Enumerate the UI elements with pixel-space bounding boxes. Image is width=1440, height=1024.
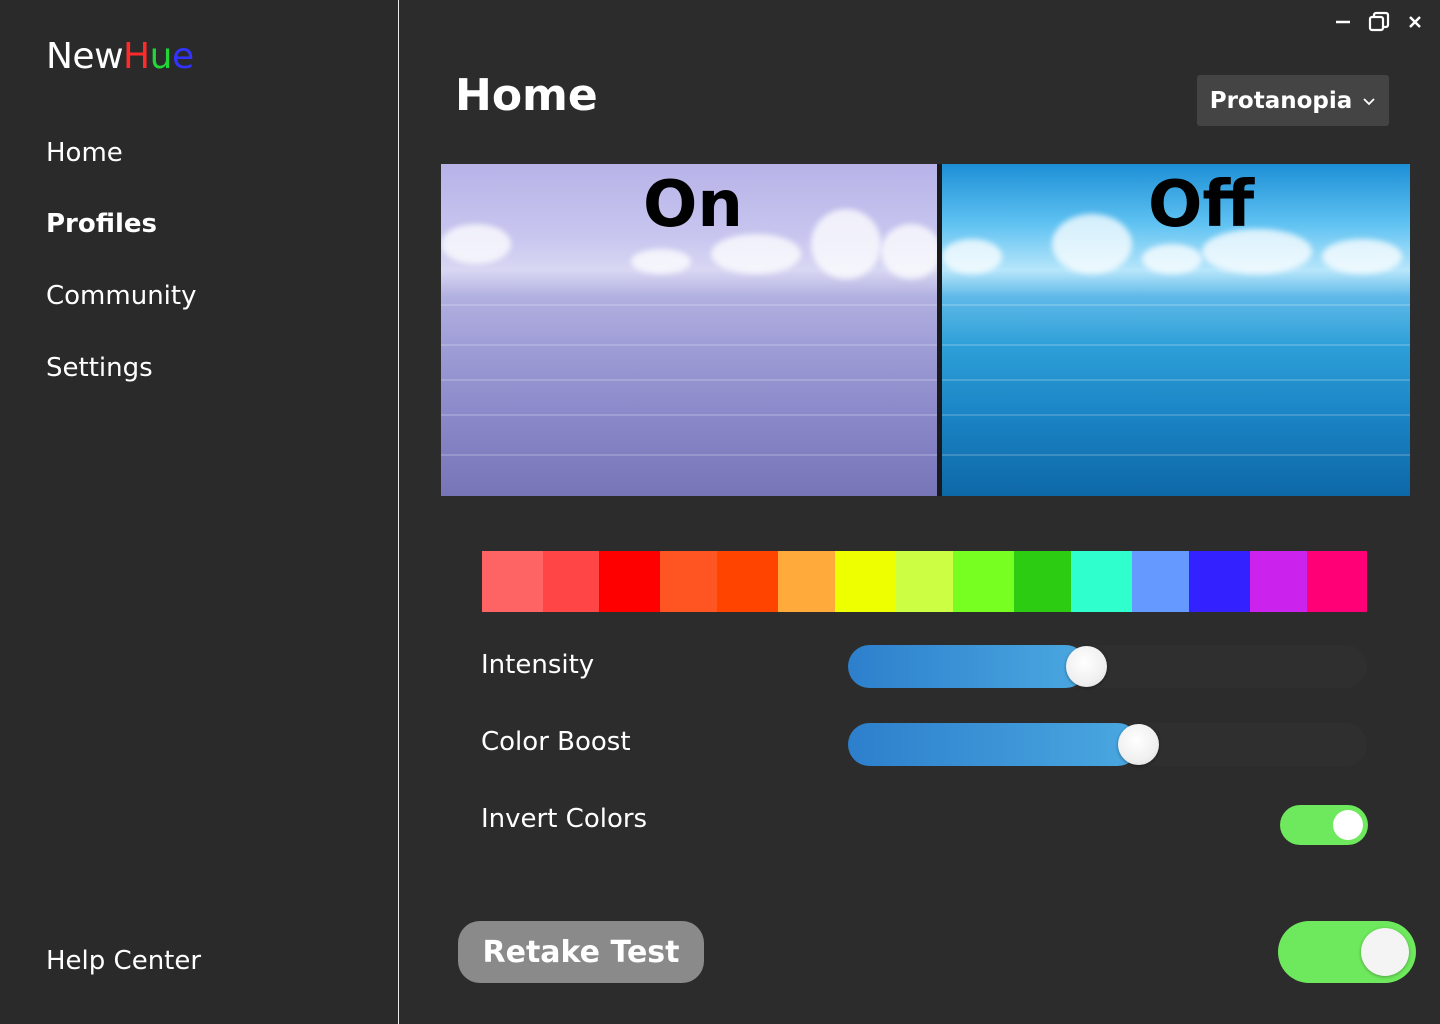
profile-select-value: Protanopia xyxy=(1209,87,1353,114)
logo-letter-h: H xyxy=(123,36,150,77)
color-swatch[interactable] xyxy=(1189,551,1250,612)
color-swatch[interactable] xyxy=(543,551,599,612)
intensity-slider-thumb[interactable] xyxy=(1066,646,1107,687)
master-enable-toggle-knob xyxy=(1361,928,1409,976)
page-title: Home xyxy=(455,70,598,121)
invert-colors-label: Invert Colors xyxy=(481,804,648,834)
color-boost-label: Color Boost xyxy=(481,727,631,757)
color-swatch[interactable] xyxy=(1307,551,1367,612)
intensity-label: Intensity xyxy=(481,650,595,680)
sidebar-item-profiles[interactable]: Profiles xyxy=(46,209,157,239)
color-swatch[interactable] xyxy=(835,551,896,612)
color-swatch[interactable] xyxy=(482,551,543,612)
sidebar: NewHue Home Profiles Community Settings … xyxy=(0,0,399,1024)
before-after-preview: On Off xyxy=(441,164,1410,496)
sidebar-item-help-center[interactable]: Help Center xyxy=(46,946,201,976)
logo-text-new: New xyxy=(46,36,124,77)
preview-off-image: Off xyxy=(942,164,1410,496)
sidebar-item-home[interactable]: Home xyxy=(46,138,123,168)
window-controls xyxy=(1332,10,1426,34)
color-swatch[interactable] xyxy=(1250,551,1307,612)
chevron-down-icon xyxy=(1362,91,1376,110)
preview-on-label: On xyxy=(643,168,743,242)
color-boost-slider-thumb[interactable] xyxy=(1118,724,1159,765)
profile-select[interactable]: Protanopia xyxy=(1197,75,1389,126)
logo-letter-u: u xyxy=(149,36,173,77)
preview-on-image: On xyxy=(441,164,937,496)
color-strip xyxy=(482,551,1367,612)
color-swatch[interactable] xyxy=(660,551,717,612)
color-swatch[interactable] xyxy=(599,551,660,612)
restore-icon[interactable] xyxy=(1368,10,1390,34)
color-swatch[interactable] xyxy=(778,551,835,612)
sidebar-item-community[interactable]: Community xyxy=(46,281,196,311)
intensity-slider[interactable] xyxy=(848,645,1367,688)
color-swatch[interactable] xyxy=(717,551,778,612)
color-swatch[interactable] xyxy=(1132,551,1189,612)
color-swatch[interactable] xyxy=(1014,551,1071,612)
intensity-slider-fill xyxy=(848,645,1087,688)
preview-off-label: Off xyxy=(1148,168,1255,242)
master-enable-toggle[interactable] xyxy=(1278,921,1416,983)
minimize-icon[interactable] xyxy=(1332,10,1354,34)
logo-letter-e: e xyxy=(171,36,194,77)
close-icon[interactable] xyxy=(1404,10,1426,34)
color-boost-slider[interactable] xyxy=(848,723,1367,766)
color-swatch[interactable] xyxy=(1071,551,1132,612)
invert-colors-toggle-knob xyxy=(1333,810,1363,840)
color-boost-slider-fill xyxy=(848,723,1139,766)
color-swatch[interactable] xyxy=(953,551,1014,612)
invert-colors-toggle[interactable] xyxy=(1280,805,1368,845)
color-swatch[interactable] xyxy=(896,551,953,612)
sidebar-item-settings[interactable]: Settings xyxy=(46,353,153,383)
app-logo: NewHue xyxy=(46,36,194,77)
retake-test-button[interactable]: Retake Test xyxy=(458,921,704,983)
